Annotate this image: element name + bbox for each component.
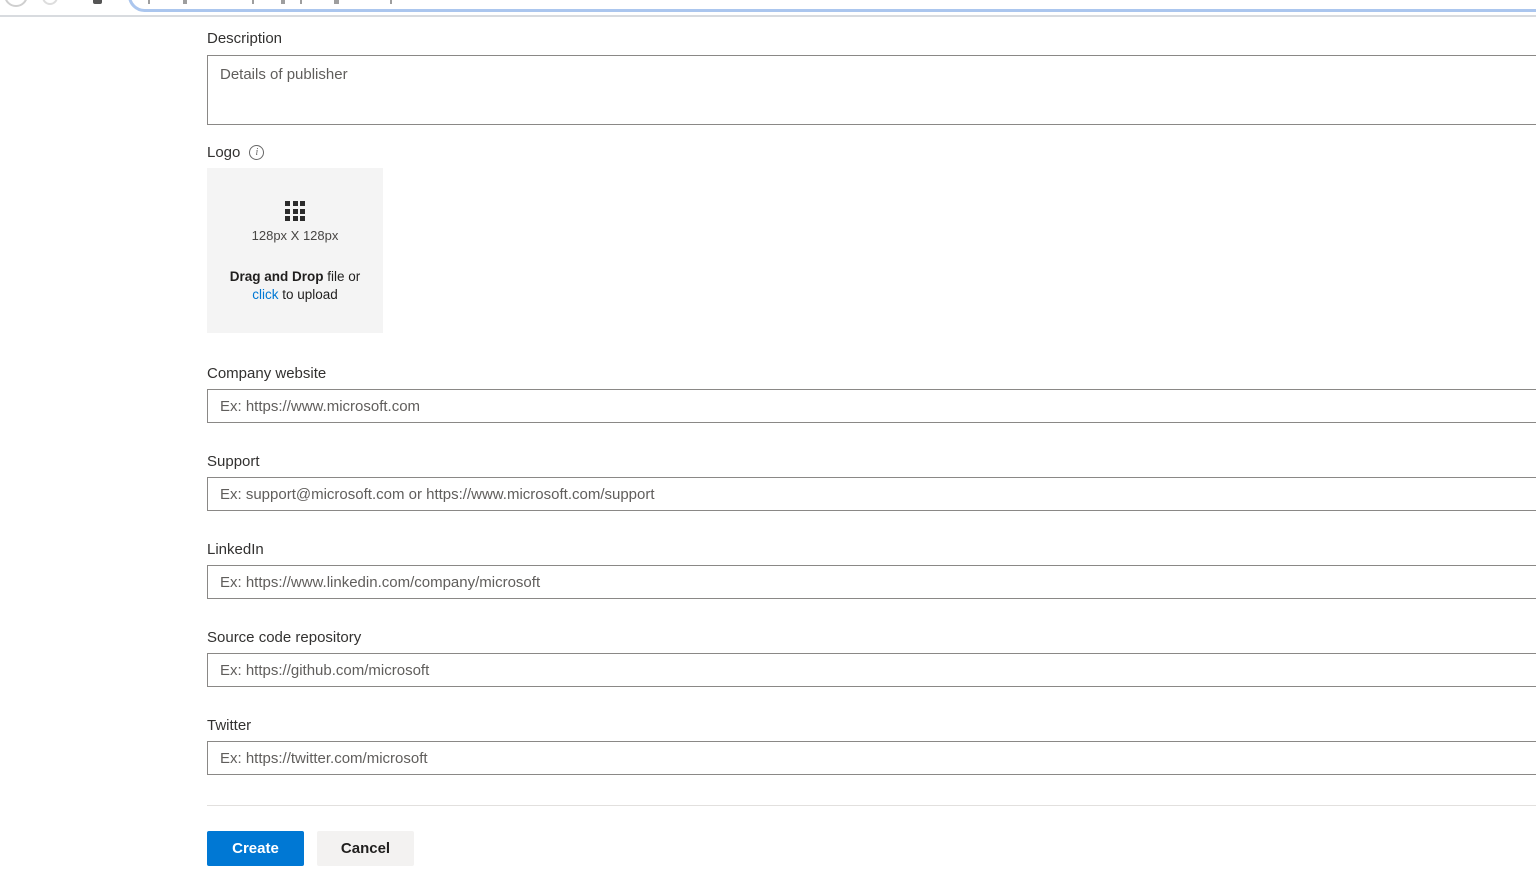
- toolbar-icon-remnant: [4, 0, 28, 7]
- url-text-remnant: [334, 0, 339, 4]
- toolbar-icon-remnant: [42, 0, 58, 5]
- linkedin-label: LinkedIn: [207, 541, 264, 558]
- company-website-label: Company website: [207, 365, 327, 382]
- footer-divider: [207, 805, 1536, 806]
- url-text-remnant: [390, 0, 392, 4]
- logo-label: Logo: [207, 144, 241, 161]
- url-text-remnant: [252, 0, 254, 4]
- grid-icon: [285, 201, 305, 221]
- click-to-upload-tail: to upload: [278, 287, 338, 302]
- browser-chrome-bottom-strip: [0, 0, 1536, 17]
- browser-address-bar[interactable]: [128, 0, 1536, 12]
- url-text-remnant: [183, 0, 187, 4]
- click-to-upload-link[interactable]: click: [252, 287, 278, 302]
- twitter-input[interactable]: [207, 741, 1536, 775]
- source-code-repository-input[interactable]: [207, 653, 1536, 687]
- company-website-input[interactable]: [207, 389, 1536, 423]
- drag-and-drop-tail: file or: [323, 269, 361, 284]
- description-textarea[interactable]: [207, 55, 1536, 125]
- drag-and-drop-bold: Drag and Drop: [229, 269, 324, 284]
- toolbar-icon-remnant: [93, 0, 102, 4]
- create-button[interactable]: Create: [207, 831, 304, 866]
- support-input[interactable]: [207, 477, 1536, 511]
- drag-and-drop-text: Drag and Drop file or: [207, 269, 383, 284]
- twitter-label: Twitter: [207, 717, 252, 734]
- url-text-remnant: [281, 0, 285, 4]
- linkedin-input[interactable]: [207, 565, 1536, 599]
- source-code-repository-label: Source code repository: [207, 629, 362, 646]
- url-text-remnant: [300, 0, 302, 4]
- click-to-upload-text: click to upload: [207, 287, 383, 302]
- info-icon[interactable]: i: [249, 145, 265, 160]
- cancel-button[interactable]: Cancel: [317, 831, 414, 866]
- url-text-remnant: [148, 0, 150, 4]
- description-label: Description: [207, 30, 283, 47]
- logo-size-hint: 128px X 128px: [251, 228, 339, 243]
- support-label: Support: [207, 453, 260, 470]
- logo-upload-dropzone[interactable]: 128px X 128px Drag and Drop file or clic…: [207, 168, 383, 333]
